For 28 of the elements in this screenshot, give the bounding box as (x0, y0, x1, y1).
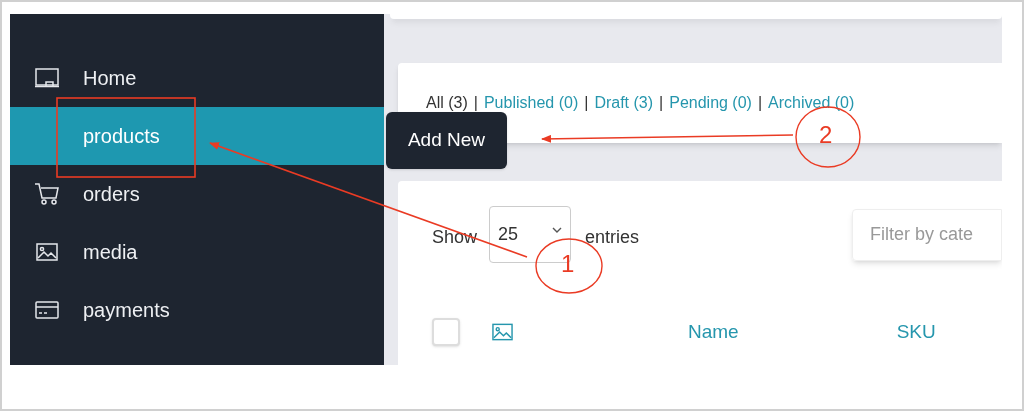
separator: | (757, 93, 763, 113)
status-filter-link[interactable]: Archived (0) (768, 91, 855, 115)
image-icon (492, 323, 513, 341)
status-filter-link[interactable]: All (3) (426, 91, 468, 115)
tooltip: Add New (386, 112, 507, 169)
separator: | (473, 93, 478, 113)
select-all-checkbox[interactable] (432, 318, 460, 346)
separator: | (659, 93, 664, 113)
sidebar-item[interactable]: Home (10, 49, 384, 107)
status-filter-link[interactable]: Draft (3) (594, 91, 654, 115)
sidebar-item[interactable]: orders (10, 165, 384, 223)
annotation-number: 2 (819, 123, 833, 147)
image-icon (35, 243, 58, 261)
category-filter-field[interactable]: Filter by cate (852, 208, 1002, 261)
status-filter-link[interactable]: Published (0) (483, 91, 579, 115)
status-filter-link[interactable]: Pending (0) (669, 91, 752, 115)
column-header[interactable]: Name (688, 317, 739, 347)
sidebar-item[interactable]: media (10, 223, 384, 281)
entries-label: entries (585, 226, 640, 249)
column-header[interactable]: SKU (896, 317, 936, 347)
show-label: Show (432, 226, 478, 249)
cart-icon (33, 182, 60, 206)
separator: | (584, 93, 589, 113)
sidebar-item[interactable]: payments (10, 281, 384, 339)
chevron-down-icon (552, 227, 563, 233)
sidebar-item[interactable]: products (10, 107, 384, 165)
credit-card-icon (34, 300, 59, 320)
laptop-icon (33, 68, 60, 88)
